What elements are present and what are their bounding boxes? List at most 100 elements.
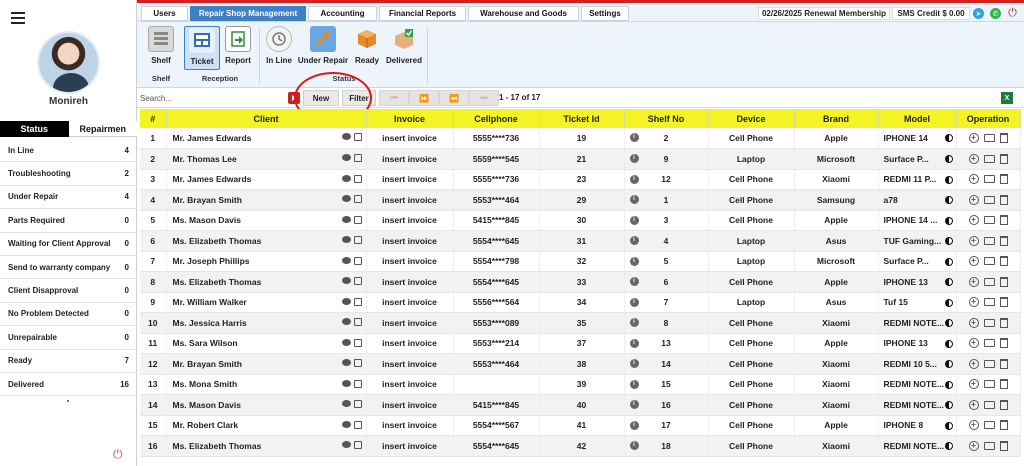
chat-icon[interactable] [341, 215, 351, 223]
add-icon[interactable]: + [968, 338, 979, 349]
trash-icon[interactable] [999, 440, 1008, 451]
print-icon[interactable] [353, 297, 362, 306]
invoice-cell[interactable]: insert invoice [366, 169, 454, 190]
print-icon[interactable] [353, 379, 362, 388]
table-row[interactable]: 1 Mr. James Edwards insert invoice 5555****… [140, 128, 1021, 149]
print-icon[interactable] [353, 256, 362, 265]
screen-icon[interactable] [983, 421, 995, 430]
nav-tab-settings[interactable]: Settings [581, 6, 629, 21]
table-row[interactable]: 4 Mr. Brayan Smith insert invoice 5553****4… [140, 189, 1021, 211]
add-icon[interactable]: + [968, 215, 979, 226]
renewal-membership[interactable]: 02/26/2025 Renewal Membership [758, 7, 890, 20]
info-icon[interactable]: i [629, 133, 639, 142]
chat-icon[interactable] [341, 420, 351, 428]
trash-icon[interactable] [999, 338, 1008, 349]
contrast-icon[interactable] [944, 298, 953, 307]
table-row[interactable]: 6 Ms. Elizabeth Thomas insert invoice 5554*… [140, 230, 1021, 252]
status-item[interactable]: Unrepairable 0 [0, 326, 137, 350]
print-icon[interactable] [353, 195, 362, 203]
info-icon[interactable]: i [629, 441, 639, 450]
trash-icon[interactable] [999, 153, 1008, 164]
ticket-button[interactable]: Ticket [184, 26, 220, 70]
contrast-icon[interactable] [944, 134, 953, 142]
column-header[interactable]: Cellphone [453, 109, 540, 128]
contrast-icon[interactable] [944, 380, 953, 389]
print-icon[interactable] [353, 174, 362, 183]
nav-tab-repair-shop-management[interactable]: Repair Shop Management [190, 6, 306, 21]
add-icon[interactable]: + [968, 133, 979, 143]
trash-icon[interactable] [999, 379, 1008, 390]
chat-icon[interactable] [341, 338, 351, 346]
status-item[interactable]: Waiting for Client Approval 0 [0, 233, 137, 256]
invoice-cell[interactable]: insert invoice [366, 415, 454, 436]
print-icon[interactable] [353, 318, 362, 326]
add-icon[interactable]: + [968, 256, 979, 267]
contrast-icon[interactable] [944, 196, 953, 204]
screen-icon[interactable] [983, 441, 995, 450]
telegram-icon[interactable]: ➤ [973, 8, 984, 19]
excel-export-icon[interactable]: X [1001, 92, 1013, 104]
info-icon[interactable]: i [629, 215, 639, 225]
info-icon[interactable]: i [629, 256, 639, 266]
nav-tab-users[interactable]: Users [141, 6, 188, 21]
screen-icon[interactable] [983, 318, 995, 327]
status-item[interactable]: Client Disapproval 0 [0, 279, 137, 303]
contrast-icon[interactable] [944, 442, 953, 450]
contrast-icon[interactable] [944, 155, 953, 163]
info-icon[interactable]: i [629, 174, 639, 184]
contrast-icon[interactable] [944, 360, 953, 368]
add-icon[interactable]: + [968, 358, 979, 369]
invoice-cell[interactable]: insert invoice [366, 312, 454, 334]
column-header[interactable]: Device [708, 109, 795, 128]
under-repair-button[interactable]: Under Repair [297, 26, 349, 70]
contrast-icon[interactable] [944, 237, 953, 245]
info-icon[interactable]: i [629, 297, 639, 307]
print-icon[interactable] [353, 277, 362, 285]
column-header[interactable]: Model [878, 109, 957, 128]
search-go-button[interactable] [288, 92, 300, 104]
add-icon[interactable]: + [968, 174, 979, 185]
invoice-cell[interactable]: insert invoice [366, 189, 454, 211]
status-item[interactable]: Send to warranty company 0 [0, 256, 137, 280]
chat-icon[interactable] [341, 441, 351, 448]
trash-icon[interactable] [999, 215, 1008, 226]
add-icon[interactable]: + [968, 153, 979, 164]
chat-icon[interactable] [341, 154, 351, 161]
print-icon[interactable] [353, 215, 362, 224]
nav-tab-accounting[interactable]: Accounting [308, 6, 377, 21]
power-icon[interactable]: ⏻ [113, 447, 123, 462]
search-input[interactable] [140, 91, 288, 105]
invoice-cell[interactable]: insert invoice [366, 271, 454, 293]
screen-icon[interactable] [983, 236, 995, 245]
print-icon[interactable] [353, 154, 362, 162]
contrast-icon[interactable] [944, 319, 953, 327]
contrast-icon[interactable] [944, 421, 953, 430]
contrast-icon[interactable] [944, 339, 953, 348]
add-icon[interactable]: + [968, 379, 979, 390]
screen-icon[interactable] [983, 380, 995, 389]
delivered-button[interactable]: Delivered [384, 26, 424, 70]
nav-tab-warehouse-and-goods[interactable]: Warehouse and Goods [468, 6, 579, 21]
status-item[interactable]: In Line 4 [0, 139, 137, 163]
contrast-icon[interactable] [944, 257, 953, 266]
trash-icon[interactable] [999, 358, 1008, 369]
add-icon[interactable]: + [968, 420, 979, 431]
trash-icon[interactable] [999, 317, 1008, 328]
trash-icon[interactable] [999, 399, 1008, 410]
trash-icon[interactable] [999, 174, 1008, 185]
invoice-cell[interactable]: insert invoice [366, 251, 454, 272]
chat-icon[interactable] [341, 379, 351, 387]
column-header[interactable]: Invoice [366, 109, 454, 128]
table-row[interactable]: 15 Mr. Robert Clark insert invoice 5554****… [140, 415, 1021, 436]
invoice-cell[interactable]: insert invoice [366, 230, 454, 252]
chat-icon[interactable] [341, 318, 351, 325]
contrast-icon[interactable] [944, 175, 953, 184]
table-row[interactable]: 16 Ms. Elizabeth Thomas insert invoice 5554… [140, 435, 1021, 457]
table-row[interactable]: 11 Ms. Sara Wilson insert invoice 5553****2… [140, 333, 1021, 354]
info-icon[interactable]: i [629, 359, 639, 368]
invoice-cell[interactable]: insert invoice [366, 353, 454, 375]
invoice-cell[interactable]: insert invoice [366, 148, 454, 170]
status-item[interactable]: Ready 7 [0, 350, 137, 373]
column-header[interactable]: Operation [956, 109, 1021, 128]
screen-icon[interactable] [983, 154, 995, 163]
